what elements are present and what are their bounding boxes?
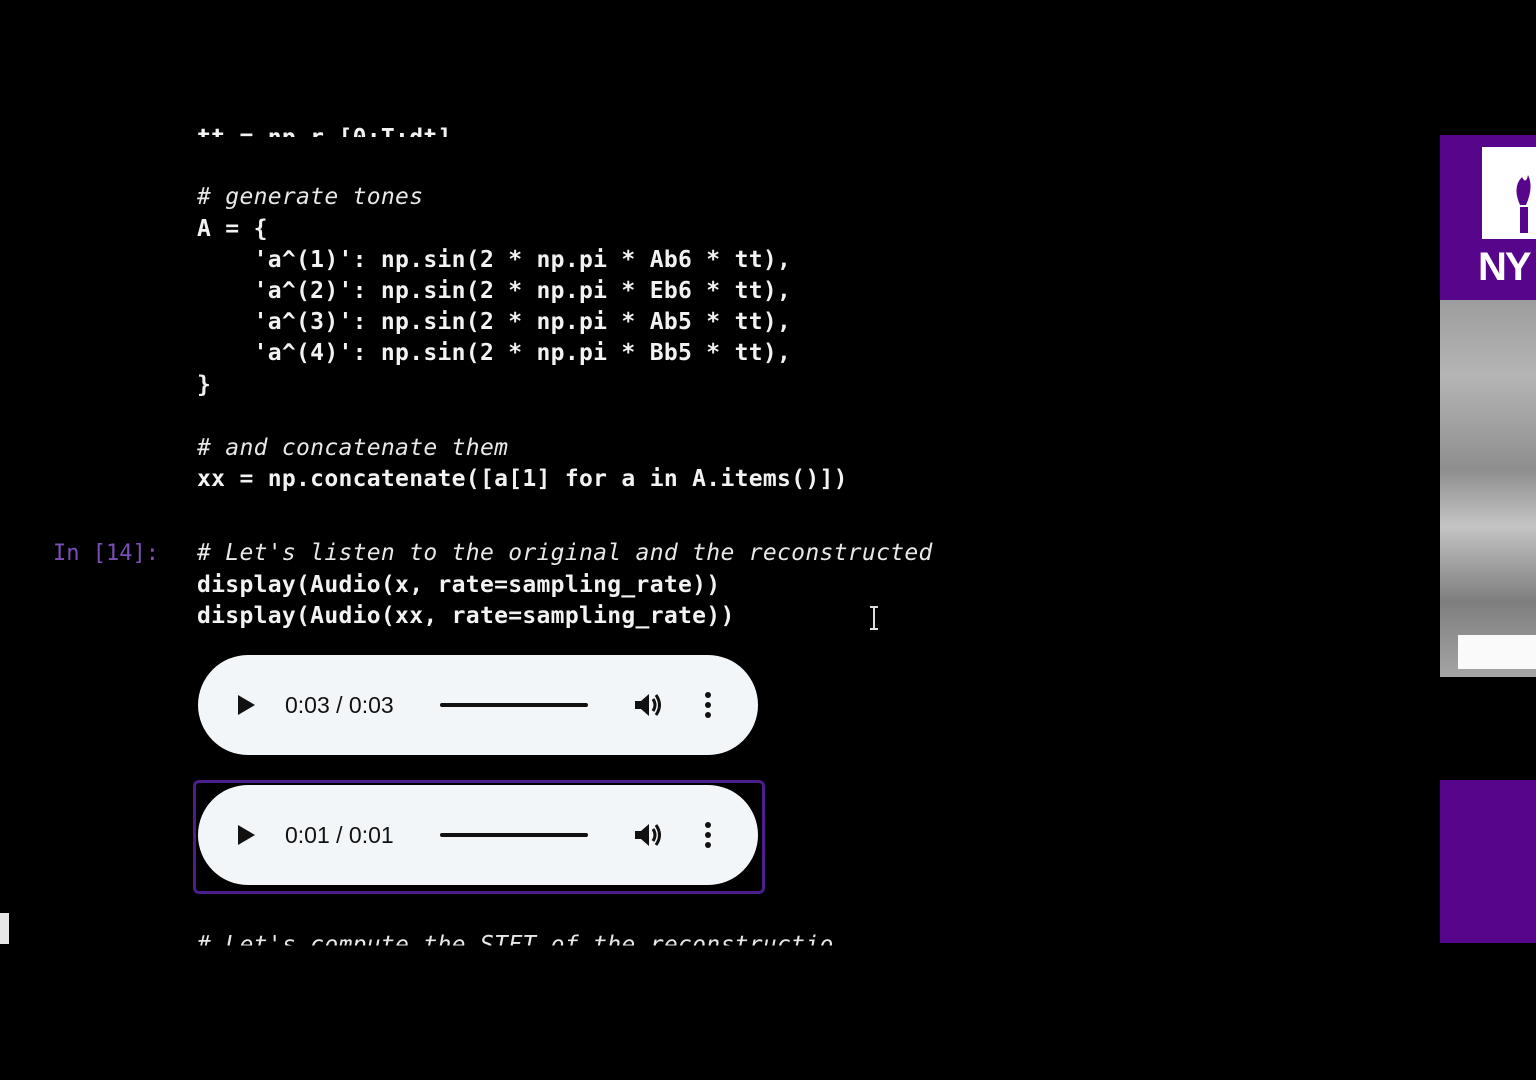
nyu-wordmark: NY — [1478, 245, 1532, 289]
audio-time: 0:03 / 0:03 — [285, 691, 394, 718]
nyu-torch-logo — [1482, 147, 1536, 239]
more-options-icon[interactable] — [704, 692, 712, 718]
code-line-xx: xx = np.concatenate([a[1] for a in A.ite… — [197, 466, 848, 492]
cell14-comment[interactable]: # Let's listen to the original and the r… — [197, 538, 933, 569]
volume-icon[interactable] — [632, 819, 664, 851]
nyu-purple-block — [1440, 780, 1536, 943]
photo-card — [1458, 635, 1536, 669]
play-icon[interactable] — [238, 695, 255, 715]
audio-player-reconstructed[interactable]: 0:01 / 0:01 — [198, 785, 758, 885]
play-icon[interactable] — [238, 825, 255, 845]
presenter-panel: NY — [1440, 135, 1536, 943]
audio-player-original[interactable]: 0:03 / 0:03 — [198, 655, 758, 755]
audio-progress-track[interactable] — [440, 703, 588, 707]
code-line-a2: 'a^(2)': np.sin(2 * np.pi * Eb6 * tt), — [197, 278, 792, 304]
code-line-A-open: A = { — [197, 216, 268, 242]
campus-photo — [1440, 300, 1536, 677]
code-line-a3: 'a^(3)': np.sin(2 * np.pi * Ab5 * tt), — [197, 309, 792, 335]
code-comment-generate: # generate tones — [197, 184, 424, 210]
torch-icon — [1516, 175, 1531, 233]
cell14-line-display-xx[interactable]: display(Audio(xx, rate=sampling_rate)) — [197, 601, 735, 632]
code-line-A-close: } — [197, 372, 212, 398]
code-line-a4: 'a^(4)': np.sin(2 * np.pi * Bb5 * tt), — [197, 340, 792, 366]
cell14-line-display-x[interactable]: display(Audio(x, rate=sampling_rate)) — [197, 570, 720, 601]
audio-progress-track[interactable] — [440, 833, 588, 837]
code-line-a1: 'a^(1)': np.sin(2 * np.pi * Ab6 * tt), — [197, 247, 792, 273]
left-cell-marker — [0, 913, 9, 944]
next-cell-partial: # Let's compute the STFT of the reconstr… — [197, 932, 834, 958]
cell-prompt-14: In [14]: — [53, 541, 159, 566]
text-cursor-icon — [870, 606, 878, 630]
audio-time: 0:01 / 0:01 — [285, 821, 394, 848]
more-options-icon[interactable] — [704, 822, 712, 848]
code-line-tt: tt = np.r_[0:T:dt] — [197, 125, 452, 151]
volume-icon[interactable] — [632, 689, 664, 721]
nyu-banner: NY — [1440, 135, 1536, 300]
code-comment-concatenate: # and concatenate them — [197, 435, 509, 461]
